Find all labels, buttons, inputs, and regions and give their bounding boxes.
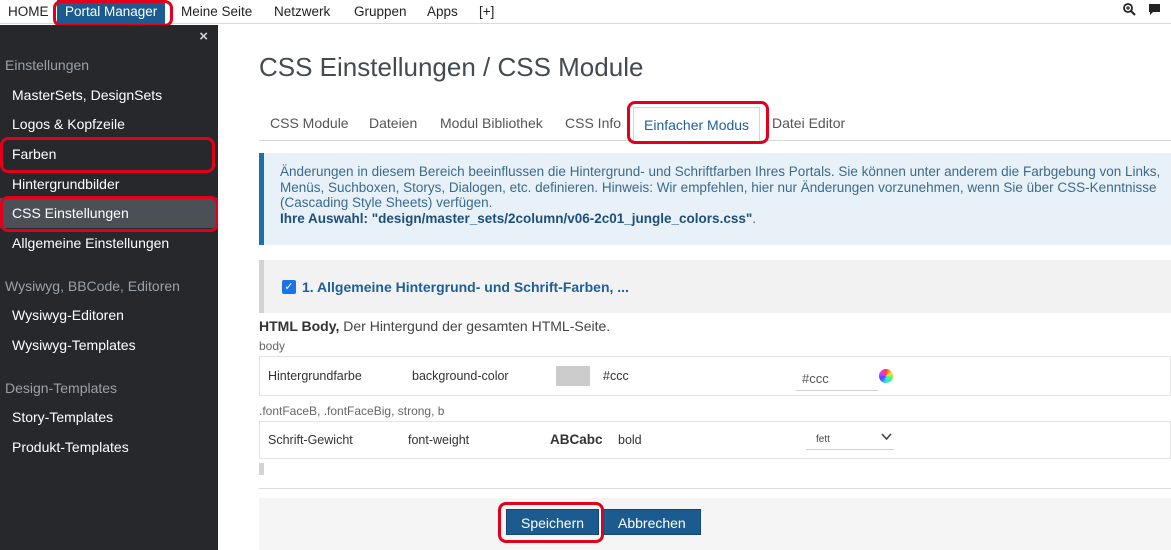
property-label: Hintergrundfarbe (268, 369, 362, 383)
info-text: Änderungen in diesem Bereich beeinflusse… (280, 164, 1161, 210)
sidebar-section-einstellungen: Einstellungen (5, 57, 90, 73)
tab-datei-editor[interactable]: Datei Editor (772, 115, 845, 131)
close-icon[interactable]: × (199, 28, 208, 45)
property-row-background-color: Hintergrundfarbe background-color #ccc (259, 356, 1171, 396)
checkbox-checked-icon[interactable]: ✓ (282, 280, 296, 294)
section-heading-bold: HTML Body, (259, 318, 340, 334)
font-weight-select[interactable]: fett (806, 430, 894, 450)
nav-apps[interactable]: Apps (419, 0, 466, 24)
font-sample: ABCabc (550, 432, 603, 447)
nav-netzwerk[interactable]: Netzwerk (266, 0, 338, 24)
search-zoom-icon[interactable] (1123, 3, 1136, 19)
save-button[interactable]: Speichern (506, 509, 600, 535)
top-navigation-bar: HOME Portal Manager Meine Seite Netzwerk… (0, 0, 1171, 24)
tab-dateien[interactable]: Dateien (369, 115, 417, 131)
tab-css-module[interactable]: CSS Module (270, 115, 349, 131)
nav-gruppen[interactable]: Gruppen (346, 0, 415, 24)
select-value: fett (816, 434, 830, 445)
divider (259, 488, 1171, 489)
property-value: bold (618, 433, 642, 447)
section-heading: HTML Body, Der Hintergund der gesamten H… (259, 318, 610, 334)
color-input[interactable] (796, 367, 878, 391)
section-heading-rest: Der Hintergund der gesamten HTML-Seite. (339, 318, 611, 334)
tab-bar: CSS Module Dateien Modul Bibliothek CSS … (259, 107, 1171, 142)
nav-home[interactable]: HOME (0, 0, 57, 24)
accordion-title[interactable]: 1. Allgemeine Hintergrund- und Schrift-F… (302, 279, 629, 295)
property-name: font-weight (408, 433, 470, 447)
tab-einfacher-modus[interactable]: Einfacher Modus (633, 107, 761, 142)
cancel-button[interactable]: Abbrechen (603, 509, 701, 535)
main-content: CSS Einstellungen / CSS Module CSS Modul… (218, 25, 1171, 550)
sidebar-section-design-templates: Design-Templates (5, 380, 118, 396)
nav-meine-seite[interactable]: Meine Seite (173, 0, 260, 24)
tab-modul-bibliothek[interactable]: Modul Bibliothek (440, 115, 543, 131)
sidebar: × Einstellungen MasterSets, DesignSets L… (0, 25, 218, 550)
sidebar-section-wysiwyg: Wysiwyg, BBCode, Editoren (5, 278, 180, 294)
chevron-down-icon (881, 431, 892, 445)
button-bar: Speichern Abbrechen (259, 498, 1171, 550)
chat-icon[interactable] (1148, 3, 1161, 19)
css-selector-font: .fontFaceB, .fontFaceBig, strong, b (259, 404, 445, 418)
nav-add[interactable]: [+] (471, 0, 502, 24)
info-box: Änderungen in diesem Bereich beeinflusse… (259, 153, 1171, 245)
sidebar-item-css-einstellungen[interactable]: CSS Einstellungen (0, 198, 218, 228)
sidebar-item-farben[interactable]: Farben (0, 139, 218, 169)
section-end-marker (259, 463, 264, 475)
sidebar-item-mastersets[interactable]: MasterSets, DesignSets (0, 80, 218, 110)
sidebar-item-wysiwyg-templates[interactable]: Wysiwyg-Templates (0, 330, 218, 360)
css-selector-body: body (259, 339, 286, 353)
sidebar-item-wysiwyg-editoren[interactable]: Wysiwyg-Editoren (0, 300, 218, 330)
page-title: CSS Einstellungen / CSS Module (259, 52, 644, 82)
property-label: Schrift-Gewicht (268, 433, 353, 447)
info-selection-suffix: . (752, 210, 757, 226)
property-row-font-weight: Schrift-Gewicht font-weight ABCabc bold … (259, 421, 1171, 459)
top-icon-group (1123, 3, 1161, 19)
tab-css-info[interactable]: CSS Info (565, 115, 621, 131)
sidebar-item-hintergrundbilder[interactable]: Hintergrundbilder (0, 169, 218, 199)
sidebar-item-story-templates[interactable]: Story-Templates (0, 402, 218, 432)
color-picker-icon[interactable] (879, 369, 893, 383)
property-value: #ccc (603, 369, 629, 383)
sidebar-item-produkt-templates[interactable]: Produkt-Templates (0, 432, 218, 462)
accordion-header[interactable]: ✓ 1. Allgemeine Hintergrund- und Schrift… (259, 260, 1171, 313)
nav-portal-manager[interactable]: Portal Manager (57, 0, 166, 24)
property-name: background-color (412, 369, 509, 383)
info-selection: Ihre Auswahl: "design/master_sets/2colum… (280, 210, 753, 226)
sidebar-item-allgemeine-einstellungen[interactable]: Allgemeine Einstellungen (0, 228, 218, 258)
color-swatch (556, 366, 590, 386)
sidebar-item-logos[interactable]: Logos & Kopfzeile (0, 109, 218, 139)
